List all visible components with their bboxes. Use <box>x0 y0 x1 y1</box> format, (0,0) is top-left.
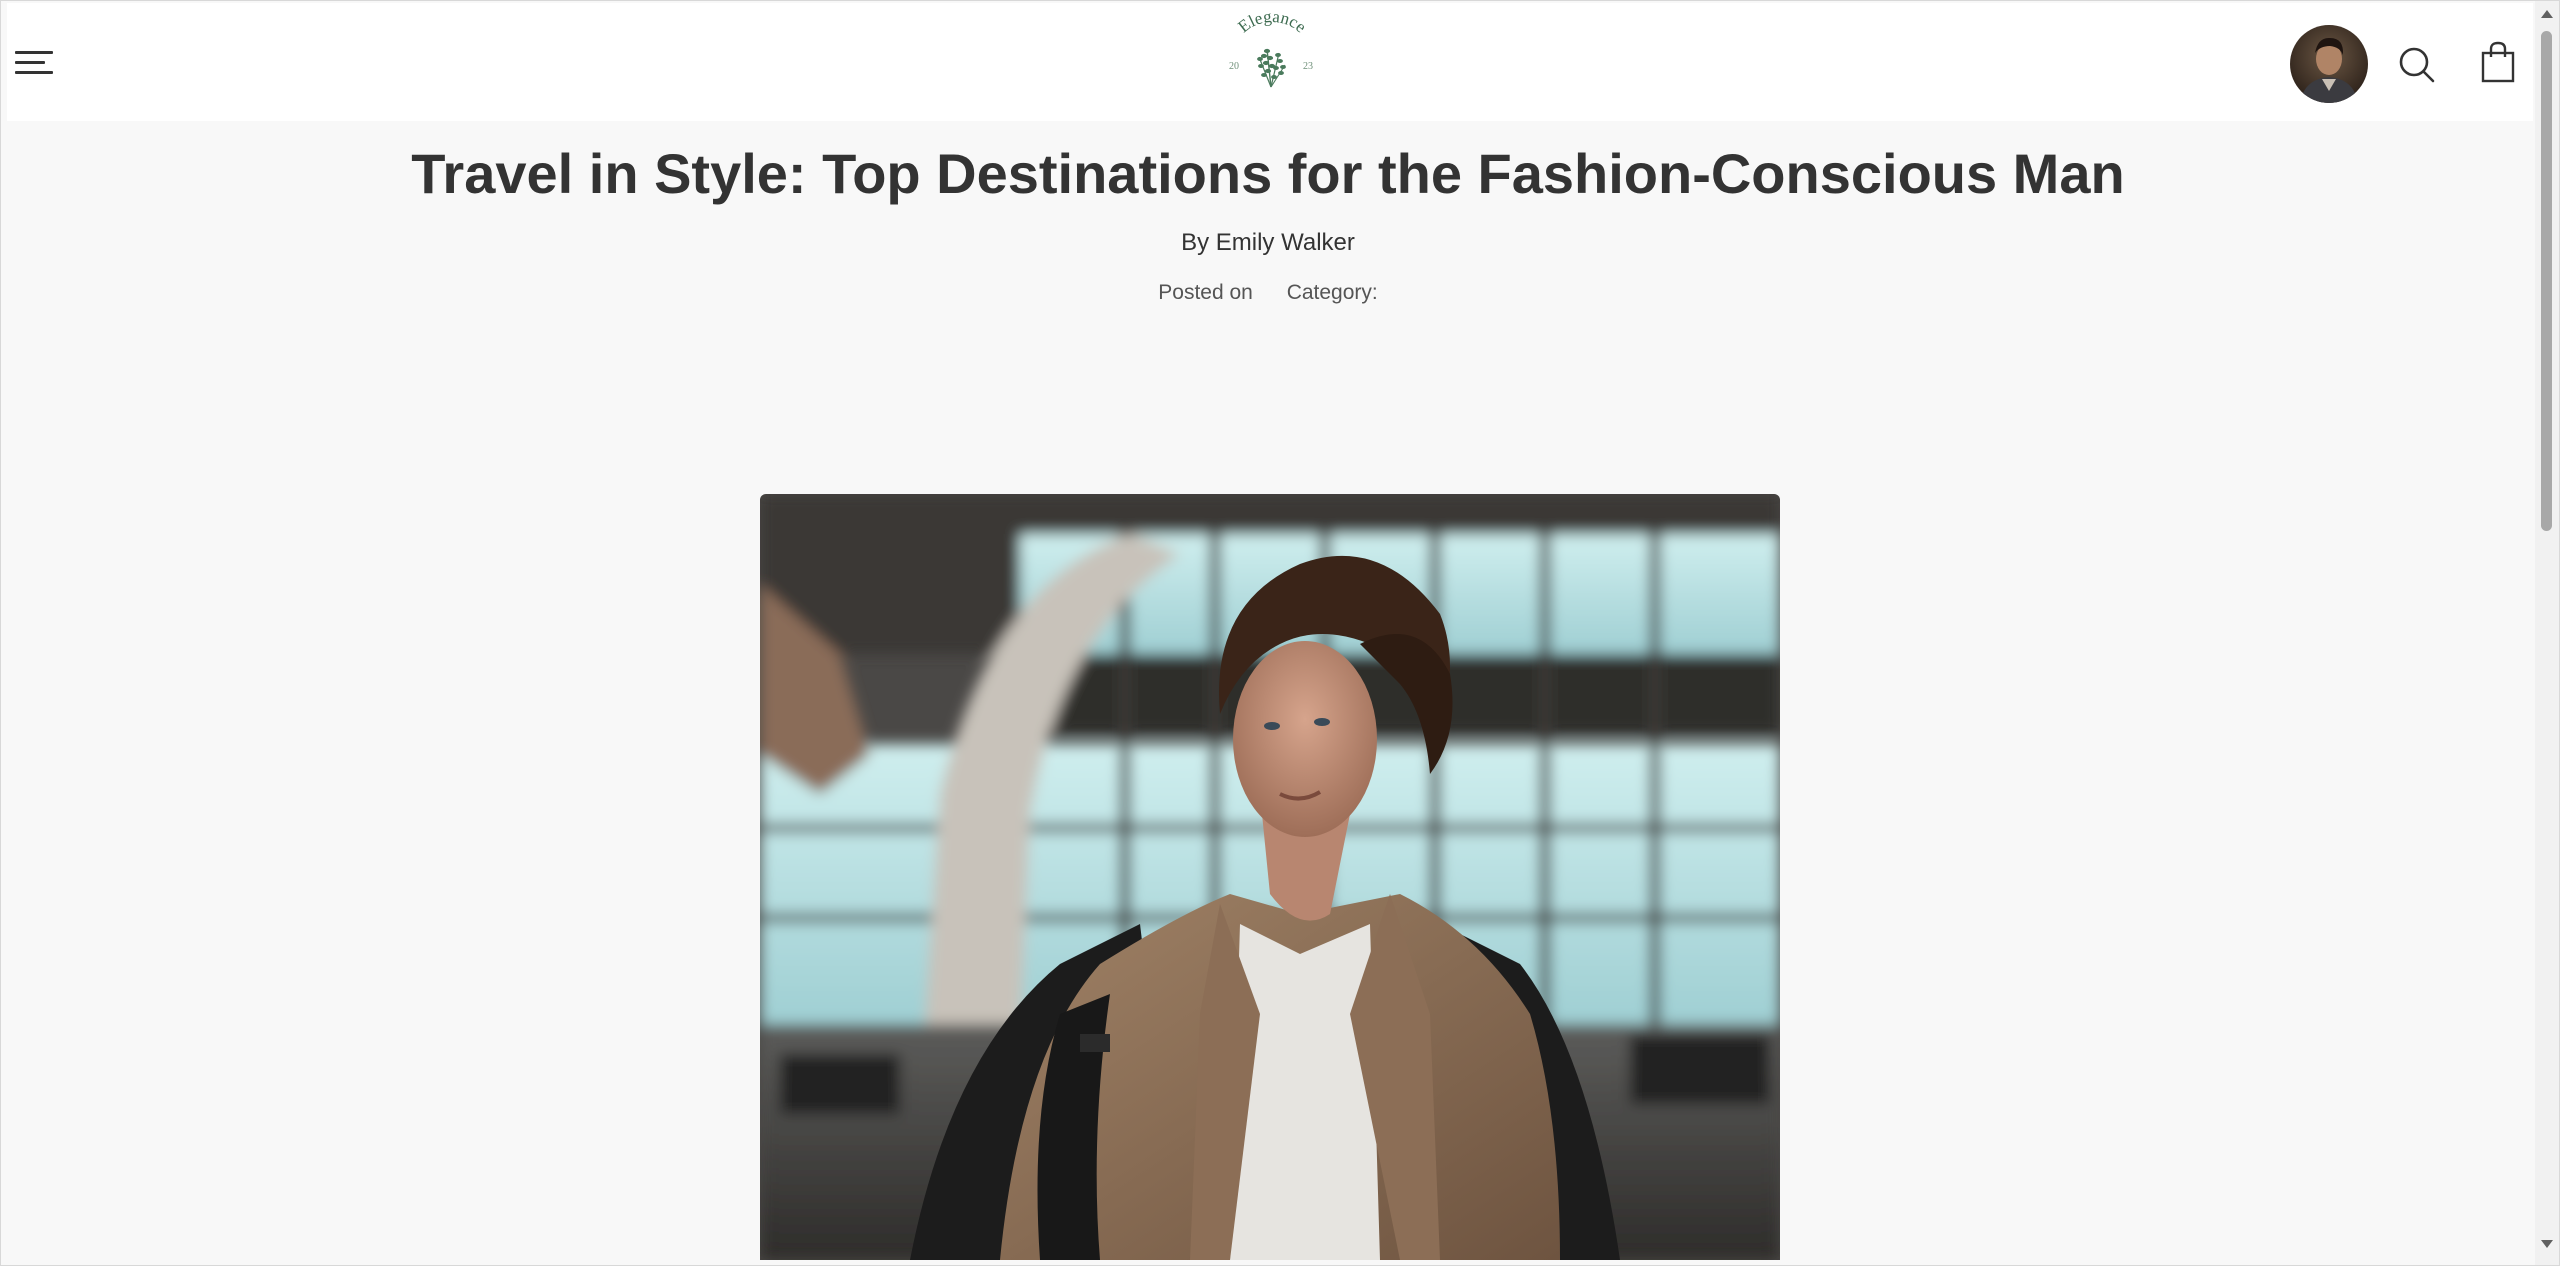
article-title: Travel in Style: Top Destinations for th… <box>411 142 2125 205</box>
scroll-thumb[interactable] <box>2541 31 2552 531</box>
vertical-scrollbar[interactable] <box>2535 1 2559 1265</box>
search-glyph <box>2399 47 2435 83</box>
browser-viewport: Elegance 20 23 Travel in Style: Top Dest… <box>0 0 2560 1266</box>
category-label: Category: <box>1286 281 1378 304</box>
posted-on-label: Posted on <box>1158 281 1253 304</box>
article-meta: Posted on Category: <box>1 281 2535 305</box>
avatar-portrait-icon <box>2290 25 2368 103</box>
search-icon[interactable] <box>2397 45 2437 85</box>
logo-year-left: 20 <box>1229 61 1239 72</box>
logo-brand-text: Elegance <box>1234 11 1310 36</box>
site-logo[interactable]: Elegance 20 23 <box>1219 7 1323 93</box>
man-in-airport-terminal-photo <box>760 494 1780 1260</box>
logo-sprig-icon <box>1257 48 1286 88</box>
hero-image <box>760 494 1780 1260</box>
article-author: By Emily Walker <box>1181 229 1355 256</box>
logo-year-right: 23 <box>1303 61 1313 72</box>
scroll-down-arrow-icon[interactable] <box>2535 1233 2559 1255</box>
hamburger-menu-icon[interactable] <box>15 47 55 79</box>
scroll-up-arrow-icon[interactable] <box>2535 3 2559 25</box>
logo-mark: Elegance 20 23 <box>1229 7 1313 88</box>
bag-glyph <box>2481 41 2515 83</box>
user-avatar[interactable] <box>2290 25 2368 103</box>
site-header: Elegance 20 23 <box>7 3 2533 121</box>
shopping-bag-icon[interactable] <box>2481 41 2515 83</box>
